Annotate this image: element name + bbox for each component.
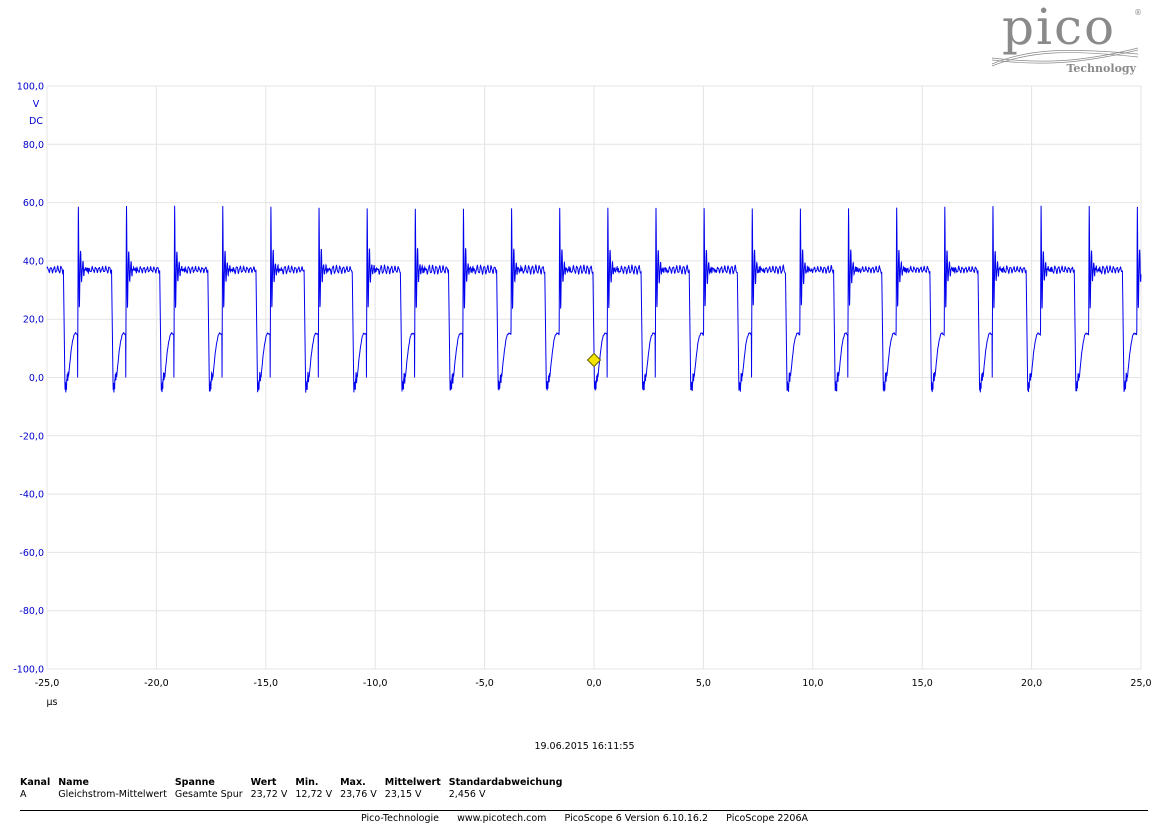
col-wert: Wert (250, 777, 277, 788)
x-tick-label: 25,0 (1130, 678, 1151, 689)
x-unit-label: µs (47, 697, 58, 708)
col-mittelwert: Mittelwert (384, 777, 441, 788)
x-tick-labels: -25,0 -20,0 -15,0 -10,0 -5,0 0,0 5,0 10,0 15,0 20… (35, 678, 1152, 689)
pico-logo: pico ® Technology (990, 2, 1150, 78)
col-kanal: Kanal (20, 777, 51, 788)
x-tick-label: 5,0 (696, 678, 711, 689)
y-tick-label: -80,0 (19, 606, 44, 617)
cell-max: 23,76 V (340, 789, 377, 800)
col-min: Min. (295, 777, 319, 788)
y-tick-label: 40,0 (23, 256, 44, 267)
footer-company: Pico-Technologie (360, 813, 439, 824)
measurements-header-row: Kanal Name Spanne Wert Min. Max. Mittelw… (20, 777, 570, 789)
y-tick-label: 20,0 (23, 315, 44, 326)
y-tick-label: 0,0 (29, 373, 44, 384)
y-tick-label: 80,0 (23, 140, 44, 151)
y-tick-label: -100,0 (13, 665, 44, 676)
footer-device: PicoScope 2206A (726, 813, 809, 824)
y-coupling-label: DC (29, 116, 43, 127)
footer-url: www.picotech.com (457, 813, 547, 824)
table-row: A Gleichstrom-Mittelwert Gesamte Spur 23… (20, 789, 570, 800)
col-standardabweichung: Standardabweichung (448, 777, 563, 788)
y-tick-label: 60,0 (23, 198, 44, 209)
x-tick-label: -15,0 (254, 678, 279, 689)
logo-subtitle: Technology (1066, 62, 1136, 75)
x-tick-label: -10,0 (363, 678, 388, 689)
capture-timestamp: 19.06.2015 16:11:55 (534, 741, 635, 752)
trigger-marker-icon[interactable] (586, 352, 602, 368)
measurements-table: Kanal Name Spanne Wert Min. Max. Mittelw… (20, 777, 570, 800)
x-tick-label: -5,0 (475, 678, 494, 689)
x-tick-label: 15,0 (912, 678, 933, 689)
col-spanne: Spanne (174, 777, 215, 788)
cell-name: Gleichstrom-Mittelwert (58, 789, 167, 800)
footer-software: PicoScope 6 Version 6.10.16.2 (564, 813, 709, 824)
footer: Pico-Technologie www.picotech.com PicoSc… (0, 813, 1169, 824)
oscilloscope-plot: -100,0 -80,0 -60,0 -40,0 -20,0 0,0 20,0 40,0 60,… (13, 82, 1152, 709)
y-tick-label: -20,0 (19, 431, 44, 442)
x-tick-label: -20,0 (144, 678, 169, 689)
cell-wert: 23,72 V (250, 789, 288, 800)
col-name: Name (58, 777, 89, 788)
cell-mittelwert: 23,15 V (384, 789, 422, 800)
y-tick-label: 100,0 (17, 82, 44, 93)
x-tick-label: 10,0 (802, 678, 823, 689)
x-tick-label: -25,0 (35, 678, 60, 689)
cell-standardabweichung: 2,456 V (448, 789, 486, 800)
cell-kanal: A (20, 789, 27, 800)
y-tick-labels: -100,0 -80,0 -60,0 -40,0 -20,0 0,0 20,0 40,0 60,… (13, 82, 44, 676)
footer-divider (20, 810, 1148, 811)
y-tick-label: -60,0 (19, 548, 44, 559)
cell-spanne: Gesamte Spur (174, 789, 243, 800)
logo-brand: pico (1002, 0, 1117, 56)
x-tick-label: 20,0 (1021, 678, 1042, 689)
cell-min: 12,72 V (295, 789, 333, 800)
logo-registered: ® (1134, 8, 1142, 17)
y-unit-label: V (33, 99, 40, 110)
x-tick-label: 0,0 (586, 678, 601, 689)
y-tick-label: -40,0 (19, 490, 44, 501)
col-max: Max. (340, 777, 366, 788)
